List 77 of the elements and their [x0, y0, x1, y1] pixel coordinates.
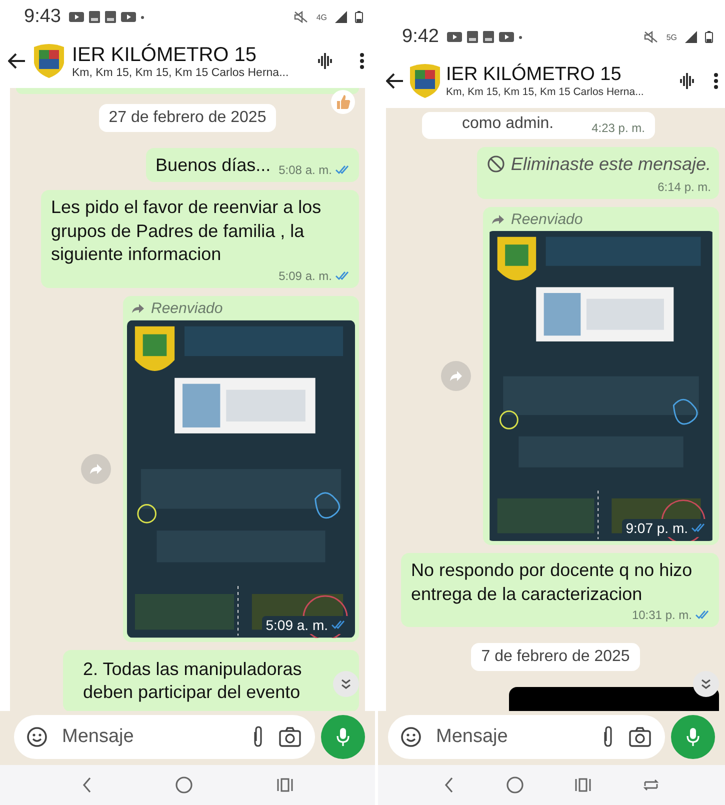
- mute-icon: [644, 31, 658, 43]
- microphone-icon: [686, 727, 700, 747]
- network-label: 5G: [666, 32, 677, 42]
- message-field[interactable]: Mensaje: [14, 715, 315, 759]
- voice-call-icon[interactable]: [679, 72, 695, 90]
- document-icon: [104, 11, 116, 23]
- forward-icon: [89, 462, 103, 475]
- rotate-icon[interactable]: [643, 778, 660, 792]
- date-separator: 7 de febrero de 2025: [471, 642, 640, 671]
- scroll-down-icon[interactable]: [333, 671, 359, 697]
- document-icon: [466, 31, 478, 43]
- battery-icon: [705, 31, 713, 43]
- voice-call-icon[interactable]: [317, 52, 333, 70]
- forwarded-label: Reenviado: [151, 300, 223, 317]
- message-input[interactable]: Mensaje: [436, 726, 587, 748]
- scroll-down-icon[interactable]: [693, 671, 719, 697]
- message-time: 4:23 p. m.: [592, 120, 645, 135]
- signal-icon: [335, 11, 347, 23]
- video-icon: [68, 11, 84, 23]
- back-arrow-icon[interactable]: [8, 53, 26, 69]
- recent-apps-icon[interactable]: [575, 777, 592, 793]
- microphone-button[interactable]: [321, 715, 365, 759]
- crest-icon: [32, 43, 66, 79]
- back-arrow-icon[interactable]: [386, 73, 404, 89]
- forwarded-label: Reenviado: [511, 211, 583, 228]
- message-time: 5:08 a. m.: [278, 163, 351, 178]
- network-label: 4G: [316, 12, 327, 22]
- camera-icon[interactable]: [279, 727, 301, 747]
- forward-icon: [449, 370, 463, 382]
- forwarded-icon: [491, 214, 505, 226]
- chat-title[interactable]: IER KILÓMETRO 15: [72, 44, 297, 66]
- more-menu-icon[interactable]: [359, 52, 365, 70]
- microphone-button[interactable]: [671, 715, 715, 759]
- message-time: 5:09 a. m.: [262, 616, 351, 634]
- attach-icon[interactable]: [601, 726, 615, 748]
- back-icon[interactable]: [444, 777, 454, 793]
- mute-icon: [294, 11, 308, 23]
- signal-icon: [685, 31, 697, 43]
- video-icon: [120, 11, 136, 23]
- dot-icon: [140, 16, 144, 18]
- thumbs-up-icon: [335, 94, 351, 110]
- dot-icon: [518, 36, 522, 38]
- message-time: 6:14 p. m.: [658, 180, 711, 194]
- more-menu-icon[interactable]: [713, 72, 719, 90]
- document-icon: [482, 31, 494, 43]
- message-text: Eliminaste este mensaje.: [510, 152, 711, 176]
- document-icon: [88, 11, 100, 23]
- status-time: 9:43: [24, 6, 61, 28]
- blocked-icon: [486, 155, 505, 174]
- video-icon: [498, 31, 514, 43]
- attach-icon[interactable]: [251, 726, 265, 748]
- date-separator: 27 de febrero de 2025: [98, 104, 276, 132]
- forwarded-icon: [131, 302, 145, 314]
- message-field[interactable]: Mensaje: [388, 715, 665, 759]
- message-input[interactable]: Mensaje: [62, 726, 237, 748]
- recent-apps-icon[interactable]: [277, 777, 294, 793]
- message-time: 5:09 a. m.: [278, 268, 351, 283]
- video-icon: [446, 31, 462, 43]
- battery-icon: [355, 11, 363, 23]
- message-text: Les pido el favor de reenviar a los grupos de Padres de familia , la siguiente informacion: [51, 196, 322, 266]
- sticker-icon[interactable]: [26, 726, 48, 748]
- message-text: como admin.: [462, 114, 554, 134]
- participants-list: Km, Km 15, Km 15, Km 15 Carlos Herna...: [446, 86, 667, 98]
- message-time: 10:31 p. m.: [632, 608, 711, 622]
- home-icon[interactable]: [506, 776, 524, 794]
- message-text: Buenos días...: [156, 154, 271, 177]
- crest-icon: [408, 63, 442, 99]
- sticker-icon[interactable]: [400, 726, 422, 748]
- home-icon[interactable]: [175, 776, 194, 794]
- message-text: 2. Todas las manipuladoras deben participar del evento: [83, 658, 302, 702]
- chat-title[interactable]: IER KILÓMETRO 15: [446, 64, 667, 86]
- camera-icon[interactable]: [629, 727, 651, 747]
- status-time: 9:42: [402, 26, 439, 48]
- message-text: No respondo por docente q no hizo entrega de la caracterizacion: [411, 559, 694, 606]
- participants-list: Km, Km 15, Km 15, Km 15 Carlos Herna...: [72, 66, 297, 78]
- microphone-icon: [336, 727, 350, 747]
- back-icon[interactable]: [82, 777, 92, 793]
